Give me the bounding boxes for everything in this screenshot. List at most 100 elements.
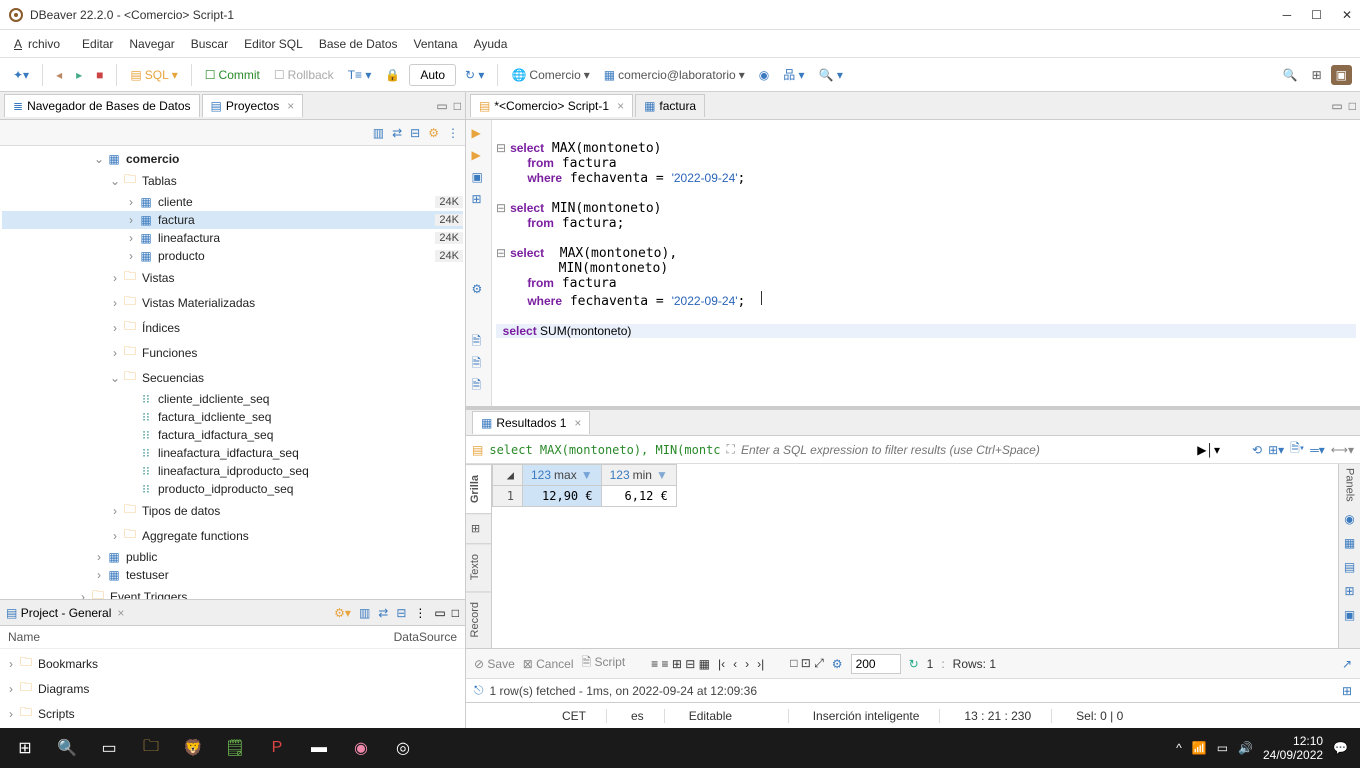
settings-icon[interactable]: ⚙ — [428, 126, 439, 140]
close-tab-icon[interactable]: × — [617, 99, 624, 113]
menu-archivo[interactable]: Archivo — [8, 34, 72, 54]
link-icon[interactable]: ⇄ — [392, 126, 402, 140]
col-min[interactable]: 123min▼ — [601, 465, 676, 486]
side-tab-record[interactable]: Record — [466, 591, 491, 647]
side-tab-grilla[interactable]: Grilla — [466, 464, 491, 513]
tray-sound-icon[interactable]: 🔊 — [1238, 741, 1253, 755]
filter-input[interactable] — [741, 443, 1191, 457]
tab-projects[interactable]: ▤Proyectos× — [202, 94, 304, 117]
gear-icon[interactable]: ⚙ — [472, 282, 486, 296]
proj-min-icon[interactable]: ▭ — [434, 606, 445, 620]
tree-testuser[interactable]: testuser — [126, 568, 463, 582]
tree-indices[interactable]: Índices — [142, 321, 463, 335]
res-tool-1[interactable]: ⟲ — [1252, 443, 1262, 457]
doc2-icon[interactable]: 🗎 — [472, 354, 486, 368]
notepad-icon[interactable]: 🗒 — [214, 728, 256, 768]
menu-editor-sql[interactable]: Editor SQL — [238, 34, 309, 54]
panels-tab[interactable]: Panels — [1344, 468, 1356, 502]
proj-bookmarks[interactable]: Bookmarks — [38, 657, 461, 671]
panel-ic-5[interactable]: ▣ — [1344, 608, 1355, 622]
datasource-selector[interactable]: ▦ comercio@laboratorio ▾ — [599, 65, 750, 85]
close-icon[interactable]: × — [287, 99, 294, 113]
res-tool-4[interactable]: ═▾ — [1310, 443, 1325, 457]
dbeaver-icon[interactable]: ▣ — [1331, 65, 1352, 85]
proj-scripts[interactable]: Scripts — [38, 707, 461, 721]
brave-icon[interactable]: 🦁 — [172, 728, 214, 768]
menu-base-datos[interactable]: Base de Datos — [313, 34, 404, 54]
tab-script[interactable]: ▤*<Comercio> Script-1× — [470, 94, 633, 117]
side-tab-texto[interactable]: Texto — [466, 543, 491, 590]
menu-navegar[interactable]: Navegar — [123, 34, 180, 54]
proj-link-icon[interactable]: ⇄ — [378, 606, 388, 620]
col-max[interactable]: 123max▼ — [523, 465, 602, 486]
export-icon[interactable]: ↗ — [1342, 657, 1352, 671]
save-btn[interactable]: ⊘ Save — [474, 657, 515, 671]
tree-vistas[interactable]: Vistas — [142, 271, 463, 285]
tree-seq-3[interactable]: lineafactura_idfactura_seq — [158, 446, 463, 460]
res-tool-2[interactable]: ⊞▾ — [1268, 443, 1284, 457]
nav-last[interactable]: ›| — [757, 657, 764, 671]
auto-commit-select[interactable]: Auto — [409, 64, 456, 86]
tray-battery-icon[interactable]: ▭ — [1217, 741, 1228, 755]
proj-filter-icon[interactable]: ▥ — [359, 606, 370, 620]
tree-public[interactable]: public — [126, 550, 463, 564]
search-taskbar[interactable]: 🔍 — [46, 728, 88, 768]
menu-editar[interactable]: Editar — [76, 34, 119, 54]
row-header[interactable]: ◢ — [493, 465, 523, 486]
explorer-icon[interactable]: 🗀 — [130, 728, 172, 768]
tree-triggers[interactable]: Event Triggers — [110, 590, 463, 600]
tree-seq-4[interactable]: lineafactura_idproducto_seq — [158, 464, 463, 478]
nav-tools[interactable]: □ ⊡ ⤢ — [790, 656, 824, 671]
tree-seq-2[interactable]: factura_idfactura_seq — [158, 428, 463, 442]
tool-right-arrow[interactable]: ▸ — [71, 65, 87, 85]
panel-ic-1[interactable]: ◉ — [1344, 512, 1354, 526]
results-grid[interactable]: ◢ 123max▼ 123min▼ 1 12,90 € 6,12 € — [492, 464, 1338, 648]
new-connection-button[interactable]: ✦▾ — [8, 65, 34, 85]
powerpoint-icon[interactable]: P — [256, 728, 298, 768]
doc3-icon[interactable]: 🗎 — [472, 376, 486, 390]
schema-button[interactable]: ◉ — [754, 65, 774, 85]
close-results-icon[interactable]: × — [574, 416, 581, 430]
proj-menu-icon[interactable]: ⋮ — [414, 606, 426, 620]
tree-seq-5[interactable]: producto_idproducto_seq — [158, 482, 463, 496]
minimize-button[interactable]: ─ — [1283, 8, 1292, 22]
proj-collapse-icon[interactable]: ⊟ — [396, 606, 406, 620]
filter-icon[interactable]: ▥ — [373, 126, 384, 140]
db-selector[interactable]: 🌐 Comercio ▾ — [506, 65, 594, 85]
res-tool-3[interactable]: 🗎▾ — [1290, 439, 1304, 460]
link-button[interactable]: 品 ▾ — [778, 63, 809, 86]
menu-icon[interactable]: ⋮ — [447, 126, 459, 140]
tray-wifi-icon[interactable]: 📶 — [1192, 741, 1207, 755]
plan-icon[interactable]: ⊞ — [472, 192, 486, 206]
proj-max-icon[interactable]: □ — [452, 606, 459, 620]
panel-ic-3[interactable]: ▤ — [1344, 560, 1355, 574]
perspective-button[interactable]: ⊞ — [1307, 65, 1327, 85]
proj-diagrams[interactable]: Diagrams — [38, 682, 461, 696]
nav-next[interactable]: › — [745, 657, 749, 671]
tray-up-icon[interactable]: ^ — [1176, 741, 1182, 755]
tree-db-comercio[interactable]: comercio — [126, 152, 463, 166]
tab-factura[interactable]: ▦factura — [635, 94, 705, 117]
start-button[interactable]: ⊞ — [4, 728, 46, 768]
editor-min-icon[interactable]: ▭ — [1331, 99, 1342, 113]
tab-db-navigator[interactable]: ≣Navegador de Bases de Datos — [4, 94, 200, 117]
tree-table-factura[interactable]: factura — [158, 213, 435, 227]
collapse-icon[interactable]: ⊟ — [410, 126, 420, 140]
commit-button[interactable]: ☐ Commit — [200, 65, 265, 85]
expand-icon[interactable]: ⛶ — [727, 442, 735, 457]
minimize-pane-icon[interactable]: ▭ — [436, 99, 447, 113]
side-tab-grid2[interactable]: ⊞ — [466, 513, 491, 543]
panel-ic-2[interactable]: ▦ — [1344, 536, 1355, 550]
doc1-icon[interactable]: 🗎 — [472, 332, 486, 346]
taskbar-clock[interactable]: 12:10 24/09/2022 — [1263, 734, 1323, 763]
tree-table-cliente[interactable]: cliente — [158, 195, 435, 209]
lock-button[interactable]: 🔒 — [380, 65, 405, 85]
app-icon-2[interactable]: ◉ — [340, 728, 382, 768]
tree-tablas[interactable]: Tablas — [142, 174, 463, 188]
editor-max-icon[interactable]: □ — [1349, 99, 1356, 113]
status-export-icon[interactable]: ⊞ — [1342, 684, 1352, 698]
close-project-icon[interactable]: × — [117, 606, 124, 620]
tx-button[interactable]: T≡ ▾ — [343, 65, 377, 85]
refresh-results[interactable]: ↻ — [909, 657, 919, 671]
windows-taskbar[interactable]: ⊞ 🔍 ▭ 🗀 🦁 🗒 P ▬ ◉ ◎ ^ 📶 ▭ 🔊 12:10 24/09/… — [0, 728, 1360, 768]
